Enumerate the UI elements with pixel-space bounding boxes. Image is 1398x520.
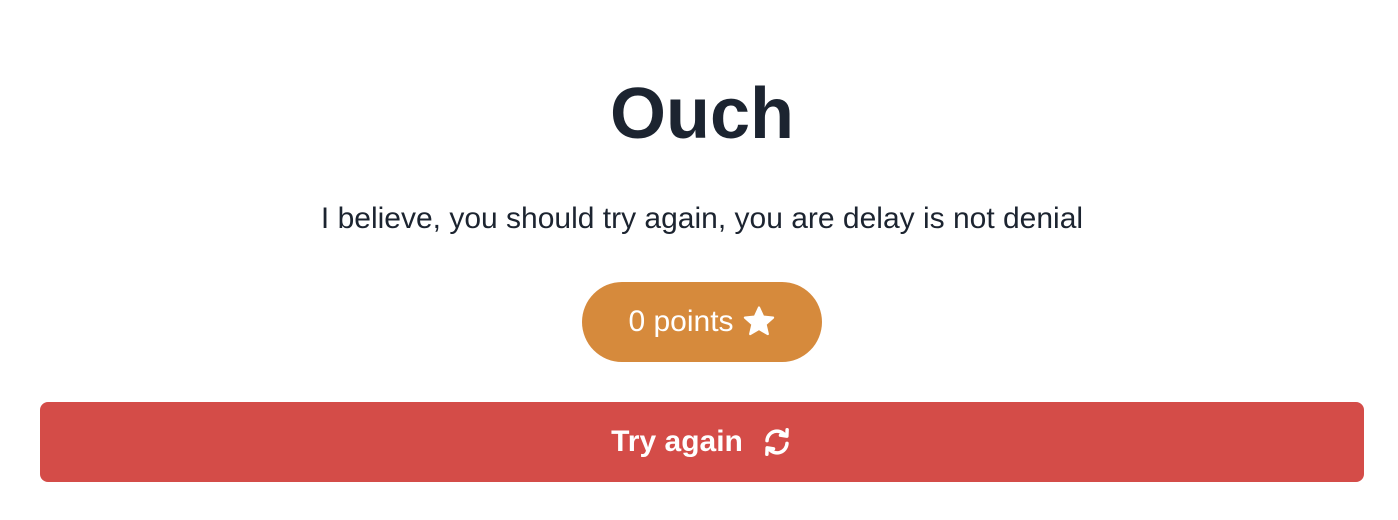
star-icon [742, 305, 776, 339]
result-screen: Ouch I believe, you should try again, yo… [0, 0, 1398, 520]
try-again-label: Try again [611, 425, 743, 458]
points-label: 0 points [628, 305, 734, 338]
result-title: Ouch [609, 74, 794, 154]
points-badge: 0 points [582, 282, 822, 362]
refresh-icon [761, 426, 793, 458]
try-again-button[interactable]: Try again [40, 402, 1364, 482]
result-message: I believe, you should try again, you are… [320, 202, 1084, 235]
